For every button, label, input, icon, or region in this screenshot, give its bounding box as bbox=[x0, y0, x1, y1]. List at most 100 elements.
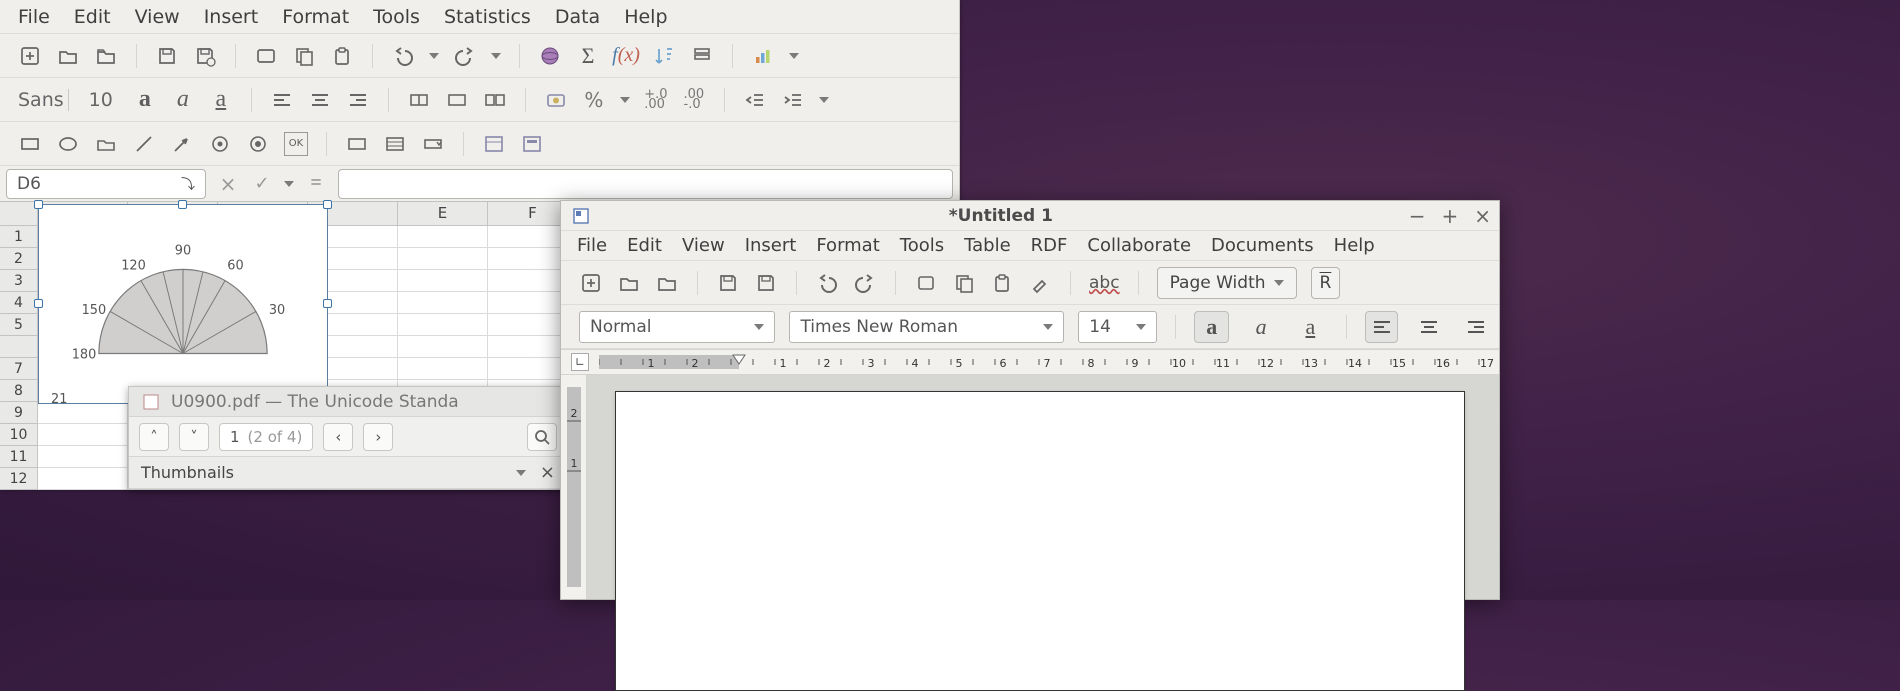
maximize-icon[interactable]: + bbox=[1441, 204, 1458, 228]
decrease-decimal-icon[interactable]: .00-.0 bbox=[682, 88, 706, 112]
history-forward-button[interactable]: › bbox=[363, 423, 393, 451]
row-2[interactable]: 2 bbox=[0, 248, 38, 270]
page-number-field[interactable]: 1 (2 of 4) bbox=[219, 423, 313, 451]
print-preview-icon[interactable] bbox=[254, 44, 278, 68]
history-back-button[interactable]: ‹ bbox=[323, 423, 353, 451]
wrecent-icon[interactable] bbox=[655, 271, 679, 295]
wmenu-file[interactable]: File bbox=[567, 232, 617, 259]
align-center-icon[interactable] bbox=[308, 88, 332, 112]
rectangle-shape-icon[interactable] bbox=[18, 132, 42, 156]
close-icon[interactable]: × bbox=[1474, 204, 1491, 228]
wnew-icon[interactable] bbox=[579, 271, 603, 295]
target-shape-icon[interactable] bbox=[208, 132, 232, 156]
spellcheck-button[interactable]: abc bbox=[1089, 273, 1120, 293]
currency-icon[interactable] bbox=[544, 88, 568, 112]
save-icon[interactable] bbox=[155, 44, 179, 68]
wmenu-rdf[interactable]: RDF bbox=[1021, 232, 1078, 259]
wpaste-icon[interactable] bbox=[990, 271, 1014, 295]
row-5[interactable]: 5 bbox=[0, 314, 38, 336]
col-E[interactable]: E bbox=[398, 202, 488, 225]
filter-icon[interactable] bbox=[690, 44, 714, 68]
accept-formula-icon[interactable]: ✓ bbox=[250, 172, 274, 196]
line-shape-icon[interactable] bbox=[132, 132, 156, 156]
menu-statistics[interactable]: Statistics bbox=[432, 2, 543, 32]
sort-icon[interactable] bbox=[652, 44, 676, 68]
vertical-ruler[interactable]: 21 bbox=[561, 375, 587, 599]
menu-help[interactable]: Help bbox=[612, 2, 679, 32]
wunderline-button[interactable]: a bbox=[1293, 311, 1328, 343]
cell-ref-caret-icon[interactable]: ⤵ bbox=[181, 174, 195, 194]
chart-object[interactable]: 180 150 120 90 60 30 21 bbox=[38, 204, 328, 404]
wsave-icon[interactable] bbox=[716, 271, 740, 295]
align-left-icon[interactable] bbox=[270, 88, 294, 112]
wsaveas-icon[interactable] bbox=[754, 271, 778, 295]
align-right-icon[interactable] bbox=[346, 88, 370, 112]
wmenu-insert[interactable]: Insert bbox=[735, 232, 807, 259]
row-4[interactable]: 4 bbox=[0, 292, 38, 314]
page-down-button[interactable]: ˅ bbox=[179, 423, 209, 451]
wopen-icon[interactable] bbox=[617, 271, 641, 295]
sum-icon[interactable]: Σ bbox=[576, 44, 600, 68]
paragraph-style-combo[interactable]: Normal bbox=[579, 311, 775, 343]
row-9[interactable]: 9 bbox=[0, 402, 38, 424]
menu-view[interactable]: View bbox=[123, 2, 192, 32]
wmenu-tools[interactable]: Tools bbox=[890, 232, 954, 259]
split-cells-icon[interactable] bbox=[483, 88, 507, 112]
wmenu-format[interactable]: Format bbox=[806, 232, 889, 259]
new-icon[interactable] bbox=[18, 44, 42, 68]
menu-data[interactable]: Data bbox=[543, 2, 612, 32]
wmenu-documents[interactable]: Documents bbox=[1201, 232, 1324, 259]
merge-cells-icon[interactable] bbox=[407, 88, 431, 112]
wmenu-table[interactable]: Table bbox=[954, 232, 1021, 259]
wundo-icon[interactable] bbox=[815, 271, 839, 295]
redo-icon[interactable] bbox=[453, 44, 477, 68]
open-icon[interactable] bbox=[56, 44, 80, 68]
textbox-icon[interactable] bbox=[345, 132, 369, 156]
ruler-corner-icon[interactable]: ∟ bbox=[571, 353, 589, 371]
recent-icon[interactable] bbox=[94, 44, 118, 68]
globe-icon[interactable] bbox=[538, 44, 562, 68]
formula-input[interactable] bbox=[338, 169, 953, 199]
wmenu-edit[interactable]: Edit bbox=[617, 232, 672, 259]
undo-caret-icon[interactable] bbox=[429, 53, 439, 59]
increase-decimal-icon[interactable]: +.0.00 bbox=[644, 88, 668, 112]
witalic-button[interactable]: a bbox=[1243, 311, 1278, 343]
minimize-icon[interactable]: − bbox=[1409, 204, 1426, 228]
indent-caret-icon[interactable] bbox=[819, 97, 829, 103]
row-12[interactable]: 12 bbox=[0, 468, 38, 490]
undo-icon[interactable] bbox=[391, 44, 415, 68]
document-page[interactable] bbox=[615, 391, 1465, 691]
zoom-combo[interactable]: Page Width bbox=[1157, 267, 1297, 299]
row-6[interactable] bbox=[0, 336, 38, 358]
copy-icon[interactable] bbox=[292, 44, 316, 68]
numfmt-caret-icon[interactable] bbox=[620, 97, 630, 103]
formula-caret-icon[interactable] bbox=[284, 181, 294, 187]
font-name-combo[interactable]: Times New Roman bbox=[789, 311, 1064, 343]
wredo-icon[interactable] bbox=[853, 271, 877, 295]
combobox-icon[interactable] bbox=[421, 132, 445, 156]
wrap-text-icon[interactable] bbox=[445, 88, 469, 112]
row-3[interactable]: 3 bbox=[0, 270, 38, 292]
writer-titlebar[interactable]: *Untitled 1 − + × bbox=[561, 201, 1499, 231]
underline-icon[interactable]: a bbox=[209, 88, 233, 112]
form-design-icon[interactable] bbox=[482, 132, 506, 156]
bold-icon[interactable]: a bbox=[133, 88, 157, 112]
form-nav-icon[interactable] bbox=[520, 132, 544, 156]
pdf-side-panel-label[interactable]: Thumbnails bbox=[141, 463, 234, 482]
paste-icon[interactable] bbox=[330, 44, 354, 68]
menu-file[interactable]: File bbox=[6, 2, 62, 32]
listbox-icon[interactable] bbox=[383, 132, 407, 156]
wmenu-view[interactable]: View bbox=[672, 232, 735, 259]
rtl-toggle[interactable]: R bbox=[1311, 267, 1341, 299]
radio-shape-icon[interactable] bbox=[246, 132, 270, 156]
pdf-panel-caret-icon[interactable] bbox=[516, 470, 526, 476]
wbold-button[interactable]: a bbox=[1194, 311, 1229, 343]
font-size-combo[interactable]: 14 bbox=[1078, 311, 1157, 343]
font-size-field[interactable]: 10 bbox=[83, 89, 119, 111]
menu-insert[interactable]: Insert bbox=[192, 2, 271, 32]
row-8[interactable]: 8 bbox=[0, 380, 38, 402]
increase-indent-icon[interactable] bbox=[781, 88, 805, 112]
walign-left-button[interactable] bbox=[1365, 311, 1398, 343]
pdf-panel-close-icon[interactable]: × bbox=[540, 462, 555, 483]
function-fx-icon[interactable]: f(x) bbox=[614, 44, 638, 68]
